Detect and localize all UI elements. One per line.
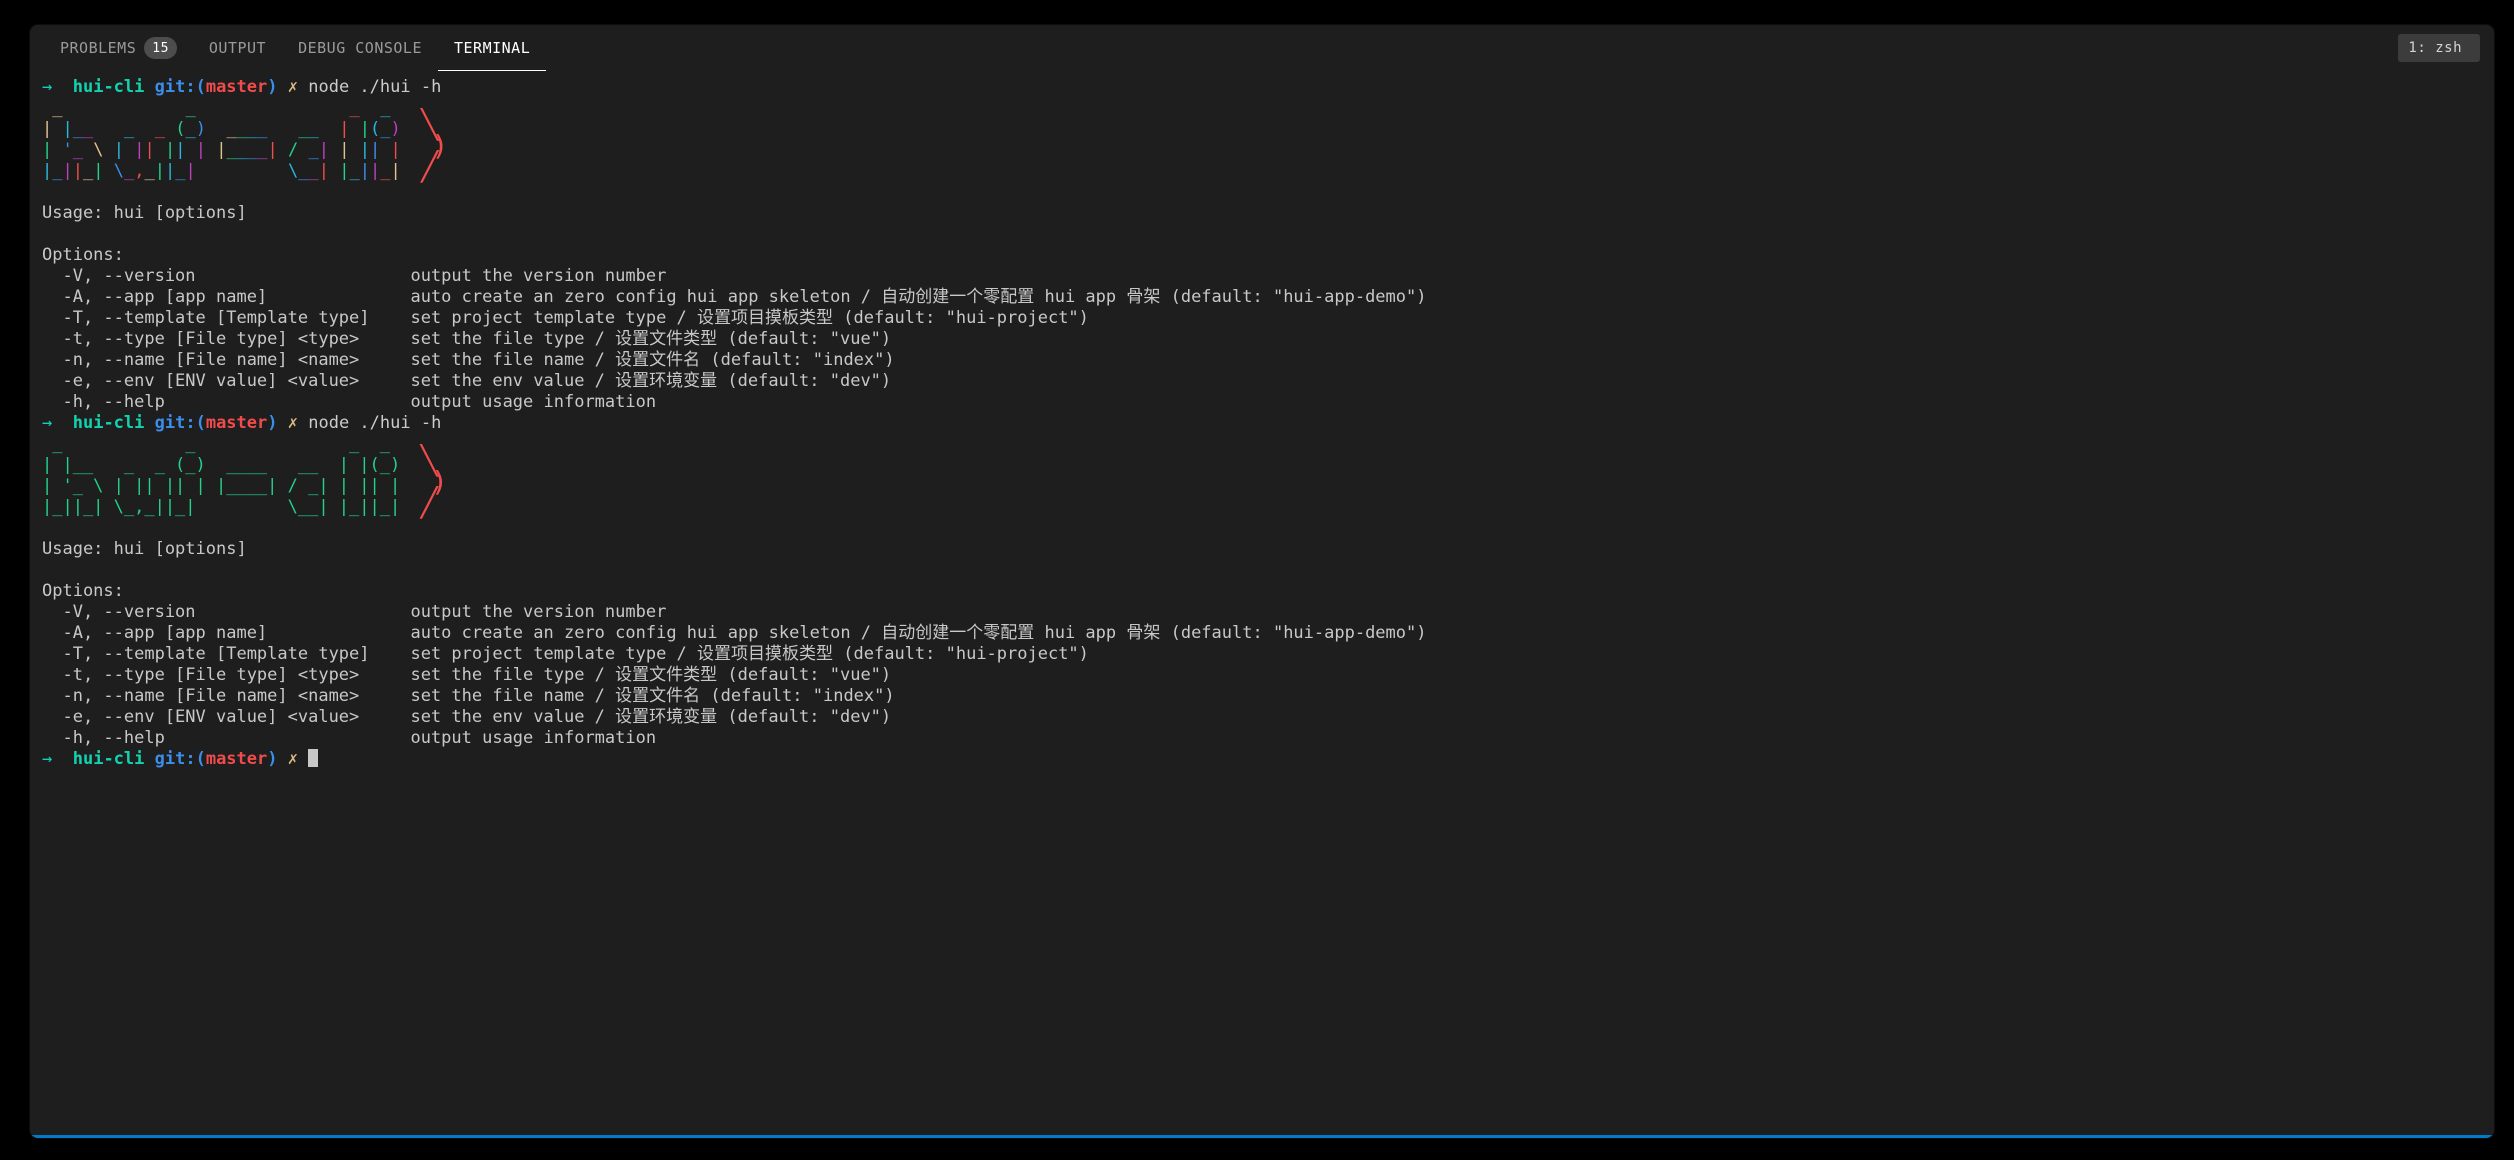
tab-output[interactable]: OUTPUT <box>193 25 282 71</box>
option-row: -n, --name [File name] <name> set the fi… <box>42 686 895 706</box>
usage-line: Usage: hui [options] <box>42 539 247 559</box>
cursor <box>308 749 318 767</box>
prompt-branch: master <box>206 749 267 769</box>
option-row: -e, --env [ENV value] <value> set the en… <box>42 707 891 727</box>
prompt-git-close: ) <box>267 749 277 769</box>
tab-debug-console-label: DEBUG CONSOLE <box>298 39 422 57</box>
prompt-dir: hui-cli <box>73 749 145 769</box>
terminal-task-dropdown[interactable]: 1: zsh <box>2398 34 2480 62</box>
prompt-dirty-icon: ✗ <box>288 77 298 97</box>
option-row: -V, --version output the version number <box>42 602 666 622</box>
option-row: -A, --app [app name] auto create an zero… <box>42 623 1426 643</box>
prompt-dir: hui-cli <box>73 413 145 433</box>
tab-terminal-label: TERMINAL <box>454 39 530 57</box>
prompt-dirty-icon: ✗ <box>288 413 298 433</box>
usage-line: Usage: hui [options] <box>42 203 247 223</box>
prompt-git-label: git:( <box>155 413 206 433</box>
option-row: -h, --help output usage information <box>42 728 656 748</box>
prompt-arrow: → <box>42 749 52 769</box>
prompt-git-close: ) <box>267 77 277 97</box>
prompt-command: node ./hui -h <box>308 413 441 433</box>
prompt-git-label: git:( <box>155 749 206 769</box>
terminal-task-label: 1: zsh <box>2408 40 2462 56</box>
problems-count-badge: 15 <box>144 37 177 59</box>
ascii-banner-green: _ _ _ _ | |__ _ _ (_) ____ __ | |(_) ╲ |… <box>42 434 448 517</box>
option-row: -A, --app [app name] auto create an zero… <box>42 287 1426 307</box>
option-row: -V, --version output the version number <box>42 266 666 286</box>
option-row: -h, --help output usage information <box>42 392 656 412</box>
ascii-banner-rainbow: _ _ _ _ | |__ _ _ (_) ____ __ | |(_) ╲ |… <box>42 98 448 181</box>
prompt-git-close: ) <box>267 413 277 433</box>
terminal-content[interactable]: → hui-cli git:(master) ✗ node ./hui -h _… <box>30 71 2494 1135</box>
option-row: -n, --name [File name] <name> set the fi… <box>42 350 895 370</box>
vscode-panel: PROBLEMS 15 OUTPUT DEBUG CONSOLE TERMINA… <box>30 25 2494 1138</box>
prompt-branch: master <box>206 413 267 433</box>
tab-problems[interactable]: PROBLEMS 15 <box>44 25 193 71</box>
options-header: Options: <box>42 245 124 265</box>
prompt-git-label: git:( <box>155 77 206 97</box>
tab-output-label: OUTPUT <box>209 39 266 57</box>
tab-problems-label: PROBLEMS <box>60 39 136 57</box>
options-header: Options: <box>42 581 124 601</box>
tab-terminal[interactable]: TERMINAL <box>438 25 546 71</box>
prompt-dirty-icon: ✗ <box>288 749 298 769</box>
prompt-arrow: → <box>42 77 52 97</box>
prompt-dir: hui-cli <box>73 77 145 97</box>
option-row: -T, --template [Template type] set proje… <box>42 644 1089 664</box>
status-bar-accent <box>30 1135 2494 1138</box>
prompt-command: node ./hui -h <box>308 77 441 97</box>
option-row: -T, --template [Template type] set proje… <box>42 308 1089 328</box>
tab-debug-console[interactable]: DEBUG CONSOLE <box>282 25 438 71</box>
option-row: -t, --type [File type] <type> set the fi… <box>42 665 891 685</box>
prompt-arrow: → <box>42 413 52 433</box>
option-row: -t, --type [File type] <type> set the fi… <box>42 329 891 349</box>
prompt-branch: master <box>206 77 267 97</box>
option-row: -e, --env [ENV value] <value> set the en… <box>42 371 891 391</box>
panel-tab-bar: PROBLEMS 15 OUTPUT DEBUG CONSOLE TERMINA… <box>30 25 2494 71</box>
